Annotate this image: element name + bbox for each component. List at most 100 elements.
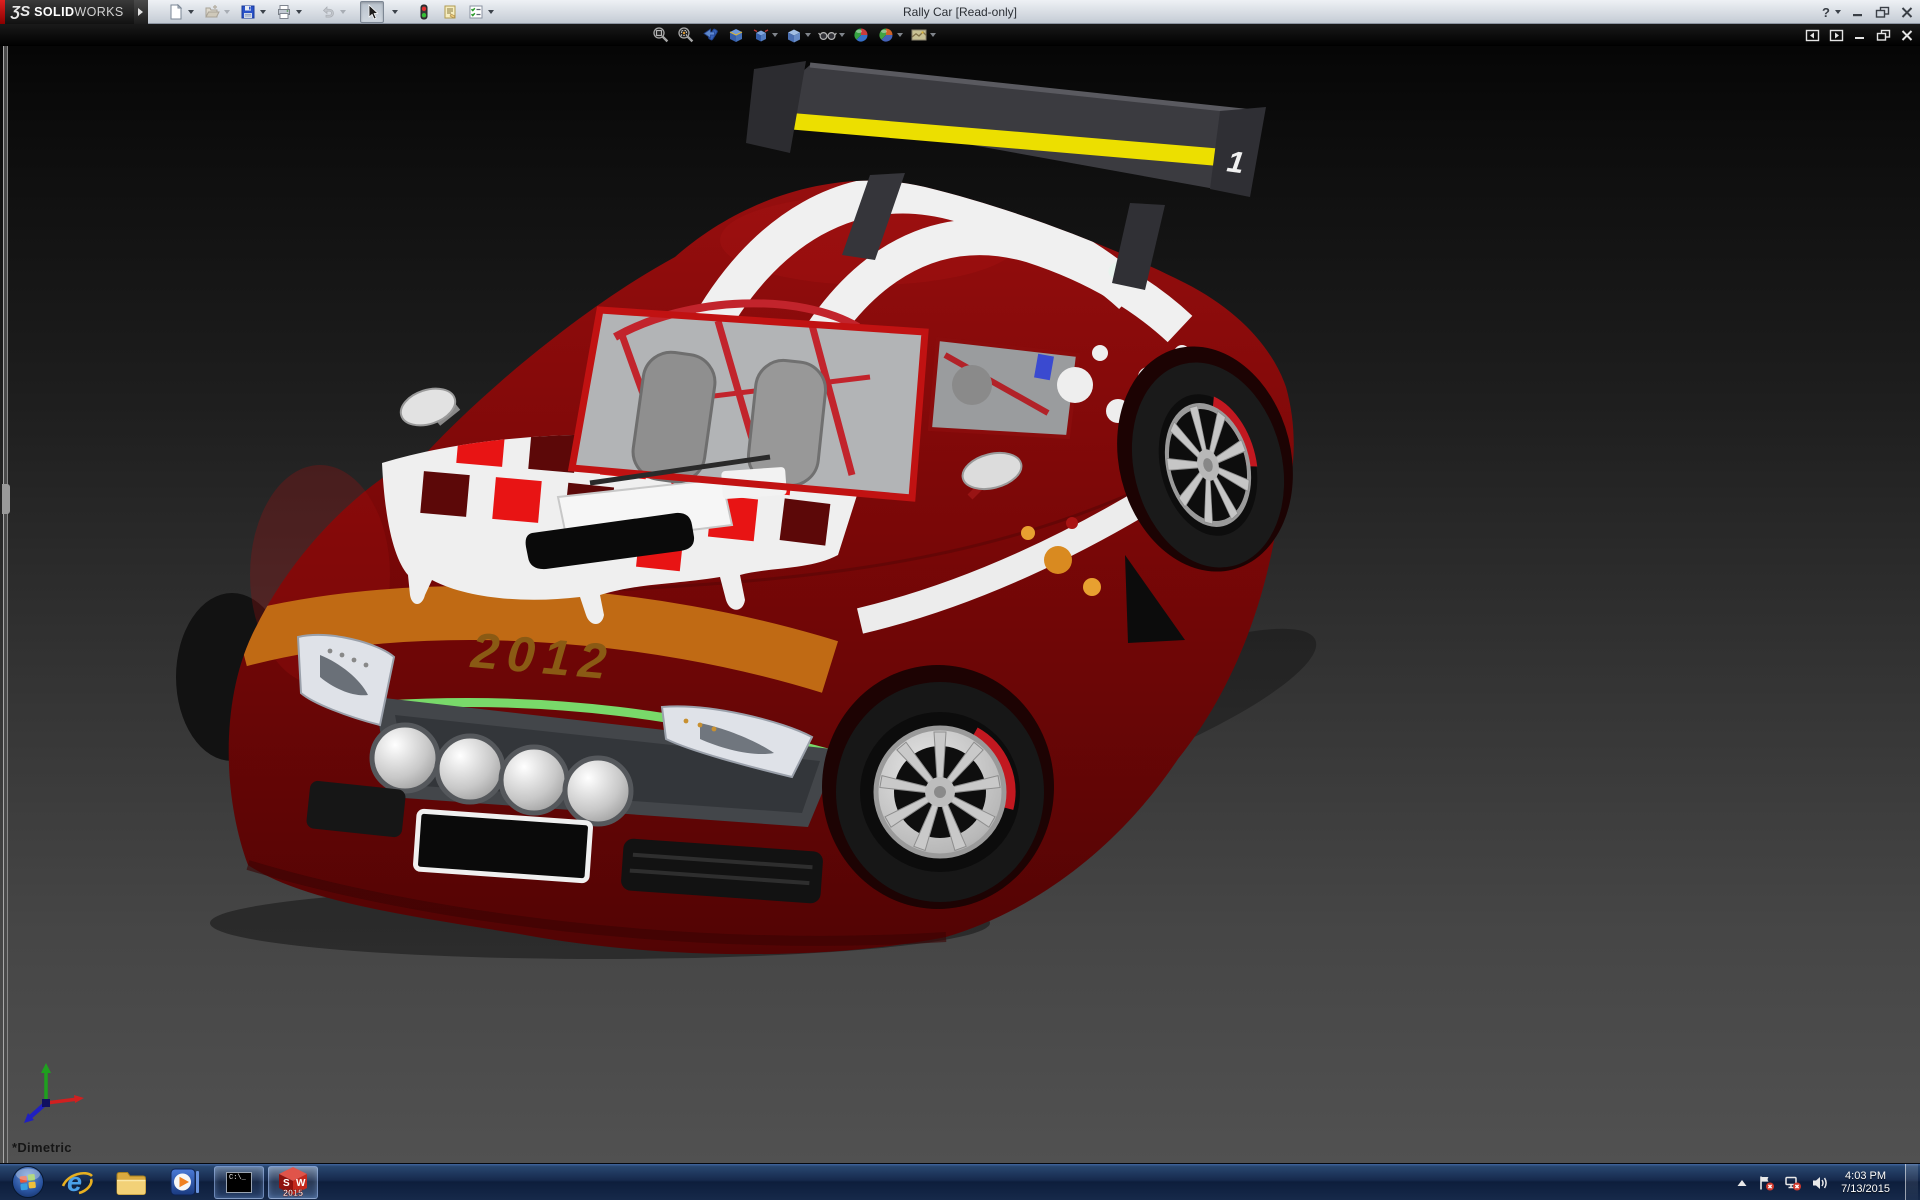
rebuild-button[interactable]	[412, 1, 436, 23]
options-button[interactable]	[464, 1, 498, 23]
open-document-icon	[204, 4, 220, 20]
solidworks-logo-glyph: ƷS	[11, 3, 30, 20]
start-button[interactable]	[6, 1164, 50, 1200]
window-controls: ?	[1822, 0, 1914, 24]
taskbar-media-player[interactable]	[160, 1166, 210, 1199]
show-hidden-icons-arrow	[1735, 1178, 1749, 1188]
undo-dropdown-arrow[interactable]	[340, 10, 346, 14]
main-toolbar	[164, 1, 498, 23]
taskbar-windows-explorer[interactable]	[106, 1166, 156, 1199]
rally-light-3[interactable]	[501, 747, 567, 813]
restore-button[interactable]	[1875, 6, 1890, 19]
hide-show-dropdown-arrow[interactable]	[839, 33, 845, 37]
document-window-controls	[1805, 24, 1914, 46]
command-prompt-icon: C:\_	[226, 1172, 252, 1193]
help-dropdown-arrow	[1835, 10, 1841, 14]
taskbar-clock[interactable]: 4:03 PM 7/13/2015	[1841, 1170, 1890, 1196]
view-settings-icon	[910, 26, 928, 44]
svg-text:2015: 2015	[283, 1188, 303, 1198]
solidworks-logo: ƷS SOLIDWORKS	[5, 0, 134, 24]
file-properties-button[interactable]	[438, 1, 462, 23]
view-orientation-dropdown-arrow[interactable]	[772, 33, 778, 37]
brand-text-light: WORKS	[74, 5, 123, 19]
minimize-icon	[1851, 6, 1865, 18]
undo-button[interactable]	[316, 1, 350, 23]
doc-restore-button[interactable]	[1876, 29, 1891, 42]
file-properties-icon	[442, 4, 458, 20]
new-document-button[interactable]	[164, 1, 198, 23]
front-right-wheel[interactable]	[822, 665, 1054, 909]
pane-toggle-left-button[interactable]	[1805, 29, 1820, 42]
close-button[interactable]	[1900, 6, 1914, 19]
view-settings-button[interactable]	[910, 26, 936, 44]
print-button[interactable]	[272, 1, 306, 23]
hide-show-items-button[interactable]	[818, 26, 845, 44]
restore-icon	[1875, 6, 1890, 19]
options-dropdown-arrow[interactable]	[488, 10, 494, 14]
bumper-vent-left	[306, 780, 406, 838]
window-title: Rally Car [Read-only]	[903, 0, 1017, 24]
open-document-button[interactable]	[200, 1, 234, 23]
view-settings-dropdown-arrow[interactable]	[930, 33, 936, 37]
windshield[interactable]	[572, 303, 925, 499]
print-dropdown-arrow[interactable]	[296, 10, 302, 14]
rally-light-4[interactable]	[565, 758, 631, 824]
orientation-triad	[16, 1057, 92, 1133]
select-cursor-icon	[364, 4, 380, 20]
display-style-icon	[785, 26, 803, 44]
view-orientation-button[interactable]	[752, 26, 778, 44]
save-button[interactable]	[236, 1, 270, 23]
new-document-icon	[168, 4, 184, 20]
save-dropdown-arrow[interactable]	[260, 10, 266, 14]
internet-explorer-icon: e	[60, 1166, 94, 1198]
zoom-to-fit-button[interactable]	[652, 26, 670, 44]
new-dropdown-arrow[interactable]	[188, 10, 194, 14]
network-icon	[1784, 1175, 1802, 1191]
section-view-icon	[727, 26, 745, 44]
show-desktop-button[interactable]	[1905, 1164, 1918, 1200]
select-dropdown-arrow	[392, 10, 398, 14]
open-dropdown-arrow[interactable]	[224, 10, 230, 14]
section-view-button[interactable]	[727, 26, 745, 44]
apply-scene-dropdown-arrow[interactable]	[897, 33, 903, 37]
doc-close-button[interactable]	[1900, 29, 1914, 42]
panel-collapse-handle[interactable]	[2, 484, 10, 514]
minimize-button[interactable]	[1851, 6, 1865, 18]
titlebar: ƷS SOLIDWORKS	[0, 0, 1920, 24]
folder-icon	[114, 1167, 148, 1197]
graphics-area[interactable]: 2012	[0, 46, 1920, 1163]
apply-scene-button[interactable]	[877, 26, 903, 44]
edit-appearance-button[interactable]	[852, 26, 870, 44]
brand-text-bold: SOLID	[34, 5, 74, 19]
car-model[interactable]: 2012	[170, 55, 1320, 965]
pane-toggle-right-button[interactable]	[1829, 29, 1844, 42]
menu-expander-button[interactable]	[134, 0, 148, 24]
save-icon	[240, 4, 256, 20]
rebuild-stoplight-icon	[416, 4, 432, 20]
action-center-icon[interactable]	[1758, 1175, 1775, 1191]
show-hidden-icons-button[interactable]	[1735, 1178, 1749, 1188]
zoom-to-area-button[interactable]	[677, 26, 695, 44]
undo-icon	[320, 4, 336, 20]
taskbar-command-prompt[interactable]: C:\_	[214, 1166, 264, 1199]
previous-view-button[interactable]	[702, 26, 720, 44]
help-button[interactable]: ?	[1822, 5, 1841, 20]
rally-light-1[interactable]	[372, 725, 438, 791]
panel-splitter[interactable]	[3, 46, 8, 1163]
mirror-left[interactable]	[396, 382, 460, 432]
taskbar-solidworks[interactable]: S W 2015	[268, 1166, 318, 1199]
network-status-icon[interactable]	[1784, 1175, 1802, 1191]
hide-show-items-icon	[818, 26, 837, 44]
close-icon	[1900, 6, 1914, 19]
doc-minimize-button[interactable]	[1853, 29, 1867, 41]
volume-icon[interactable]	[1811, 1175, 1828, 1191]
license-plate[interactable]	[415, 811, 591, 881]
display-style-button[interactable]	[785, 26, 811, 44]
side-window[interactable]	[930, 339, 1078, 437]
taskbar-internet-explorer[interactable]: e	[52, 1166, 102, 1199]
screen: ƷS SOLIDWORKS	[0, 0, 1920, 1200]
select-dropdown-button[interactable]	[386, 1, 402, 23]
select-tool-button[interactable]	[360, 1, 384, 23]
display-style-dropdown-arrow[interactable]	[805, 33, 811, 37]
rally-light-2[interactable]	[437, 736, 503, 802]
